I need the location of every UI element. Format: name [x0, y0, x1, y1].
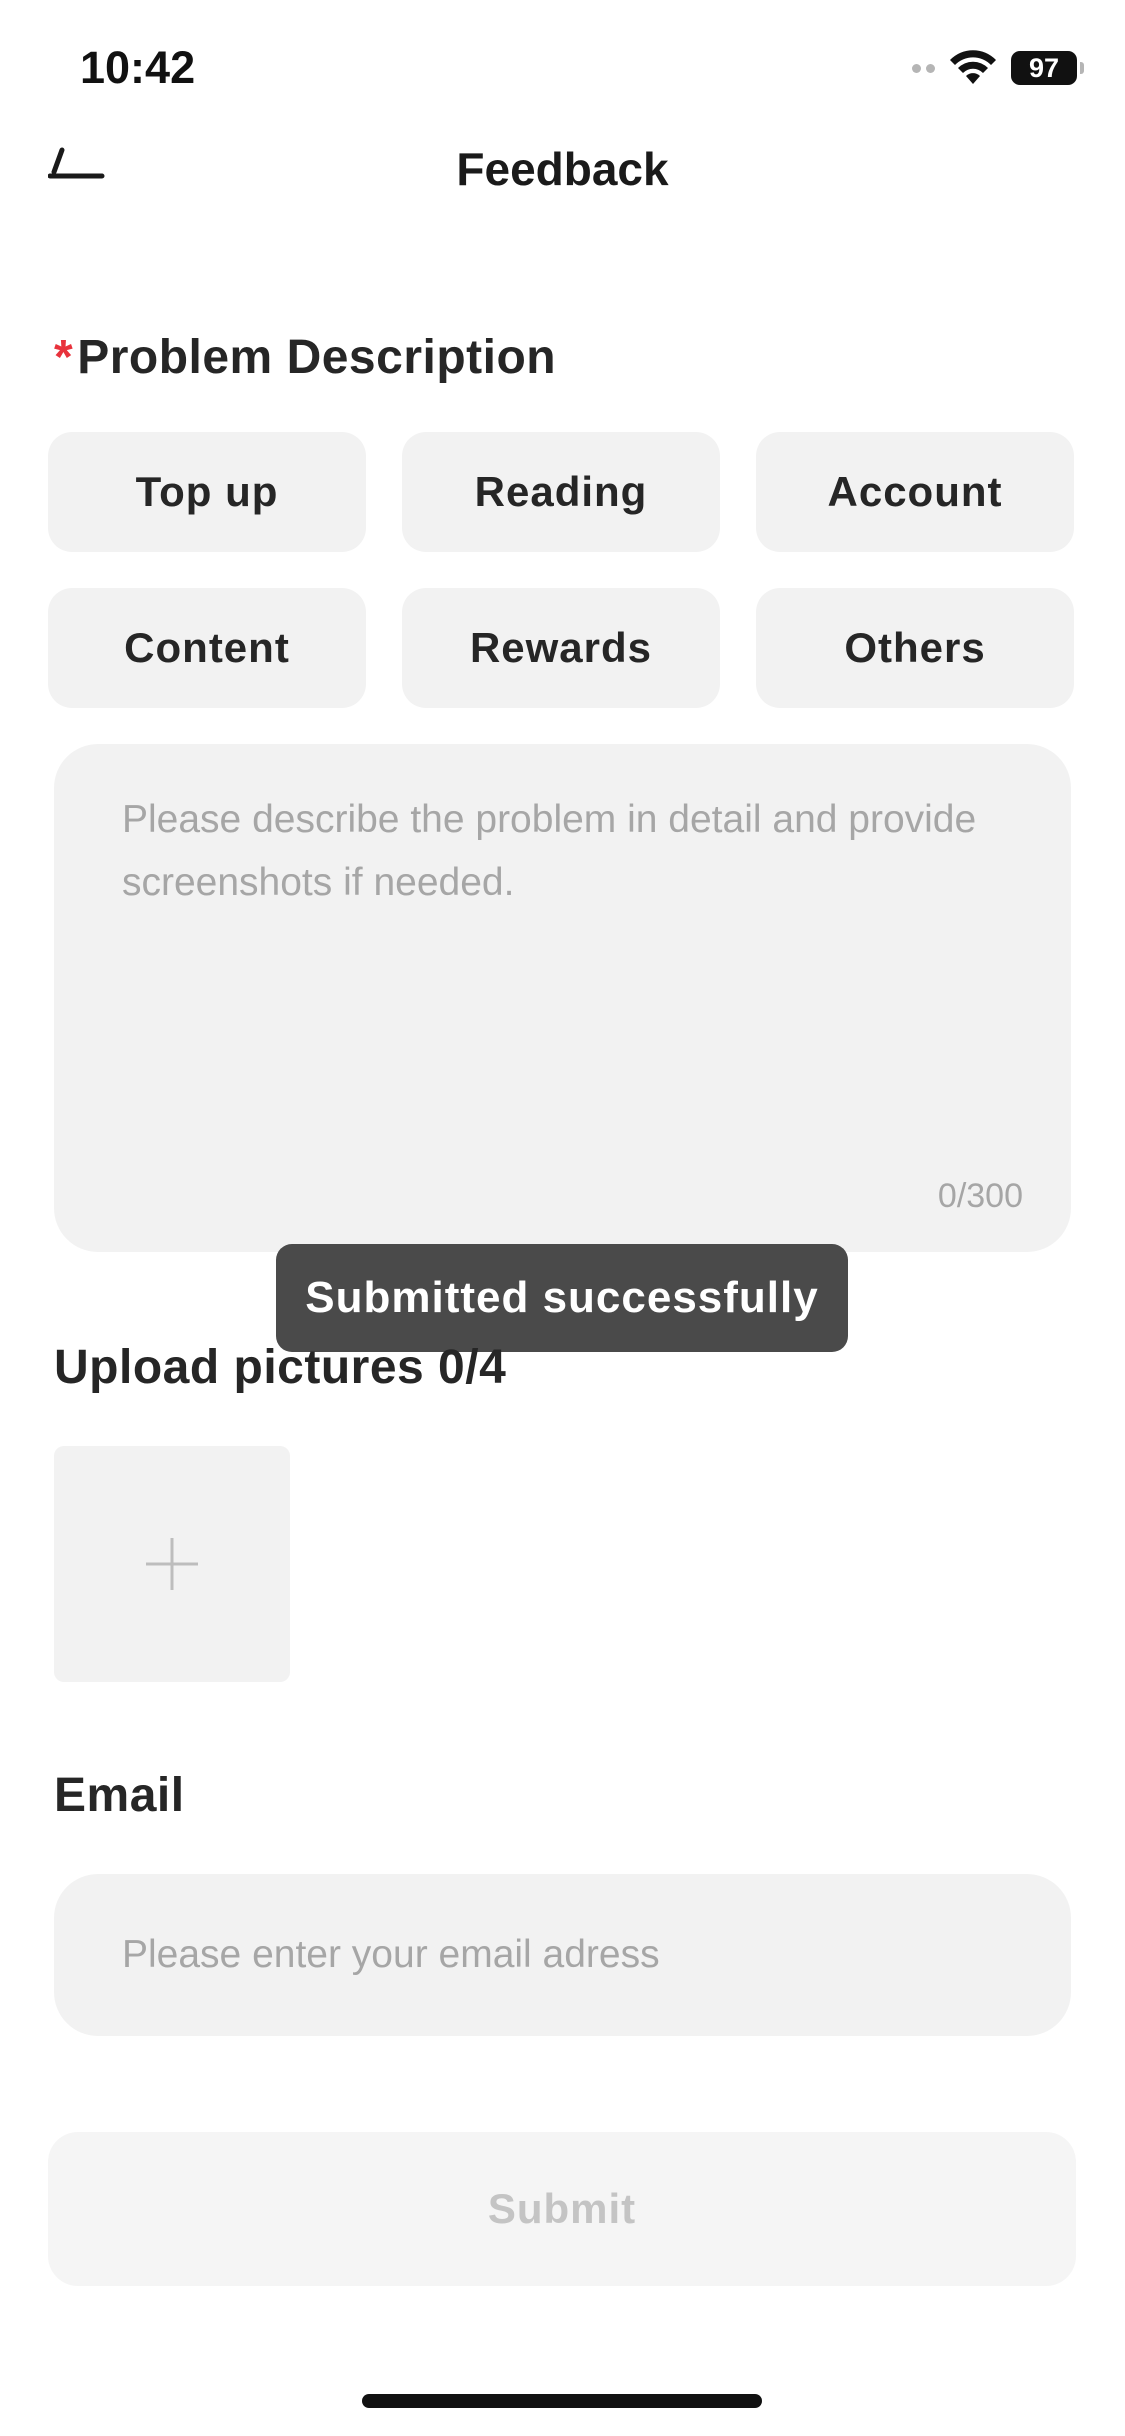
category-chips: Top up Reading Account Content Rewards O…	[48, 432, 1074, 708]
wifi-icon	[950, 50, 996, 84]
category-chip-top-up[interactable]: Top up	[48, 432, 366, 552]
page-title: Feedback	[456, 143, 669, 195]
category-chip-reading[interactable]: Reading	[402, 432, 720, 552]
feedback-screen: 10:42 97 Feedback *Problem Description T…	[0, 0, 1125, 2436]
category-chip-others[interactable]: Others	[756, 588, 1074, 708]
submit-button[interactable]: Submit	[48, 2132, 1076, 2286]
category-chip-content[interactable]: Content	[48, 588, 366, 708]
email-field[interactable]	[54, 1874, 1071, 2036]
problem-description-textarea[interactable]: Please describe the problem in detail an…	[54, 744, 1071, 1252]
email-title: Email	[54, 1769, 185, 1822]
plus-icon	[146, 1538, 198, 1590]
textarea-placeholder: Please describe the problem in detail an…	[122, 798, 977, 904]
add-picture-button[interactable]	[54, 1446, 290, 1682]
status-time: 10:42	[80, 42, 196, 93]
success-toast: Submitted successfully	[276, 1244, 848, 1352]
character-counter: 0/300	[937, 1177, 1023, 1215]
problem-description-title: *Problem Description	[54, 330, 556, 385]
battery-icon: 97	[1011, 51, 1084, 85]
category-chip-rewards[interactable]: Rewards	[402, 588, 720, 708]
upload-pictures-title: Upload pictures 0/4	[54, 1341, 507, 1394]
cellular-signal-icon	[912, 63, 935, 73]
status-icons: 97	[912, 48, 1084, 88]
category-chip-account[interactable]: Account	[756, 432, 1074, 552]
required-mark: *	[54, 331, 74, 384]
home-indicator	[362, 2394, 762, 2408]
problem-description-label: Problem Description	[77, 331, 557, 384]
